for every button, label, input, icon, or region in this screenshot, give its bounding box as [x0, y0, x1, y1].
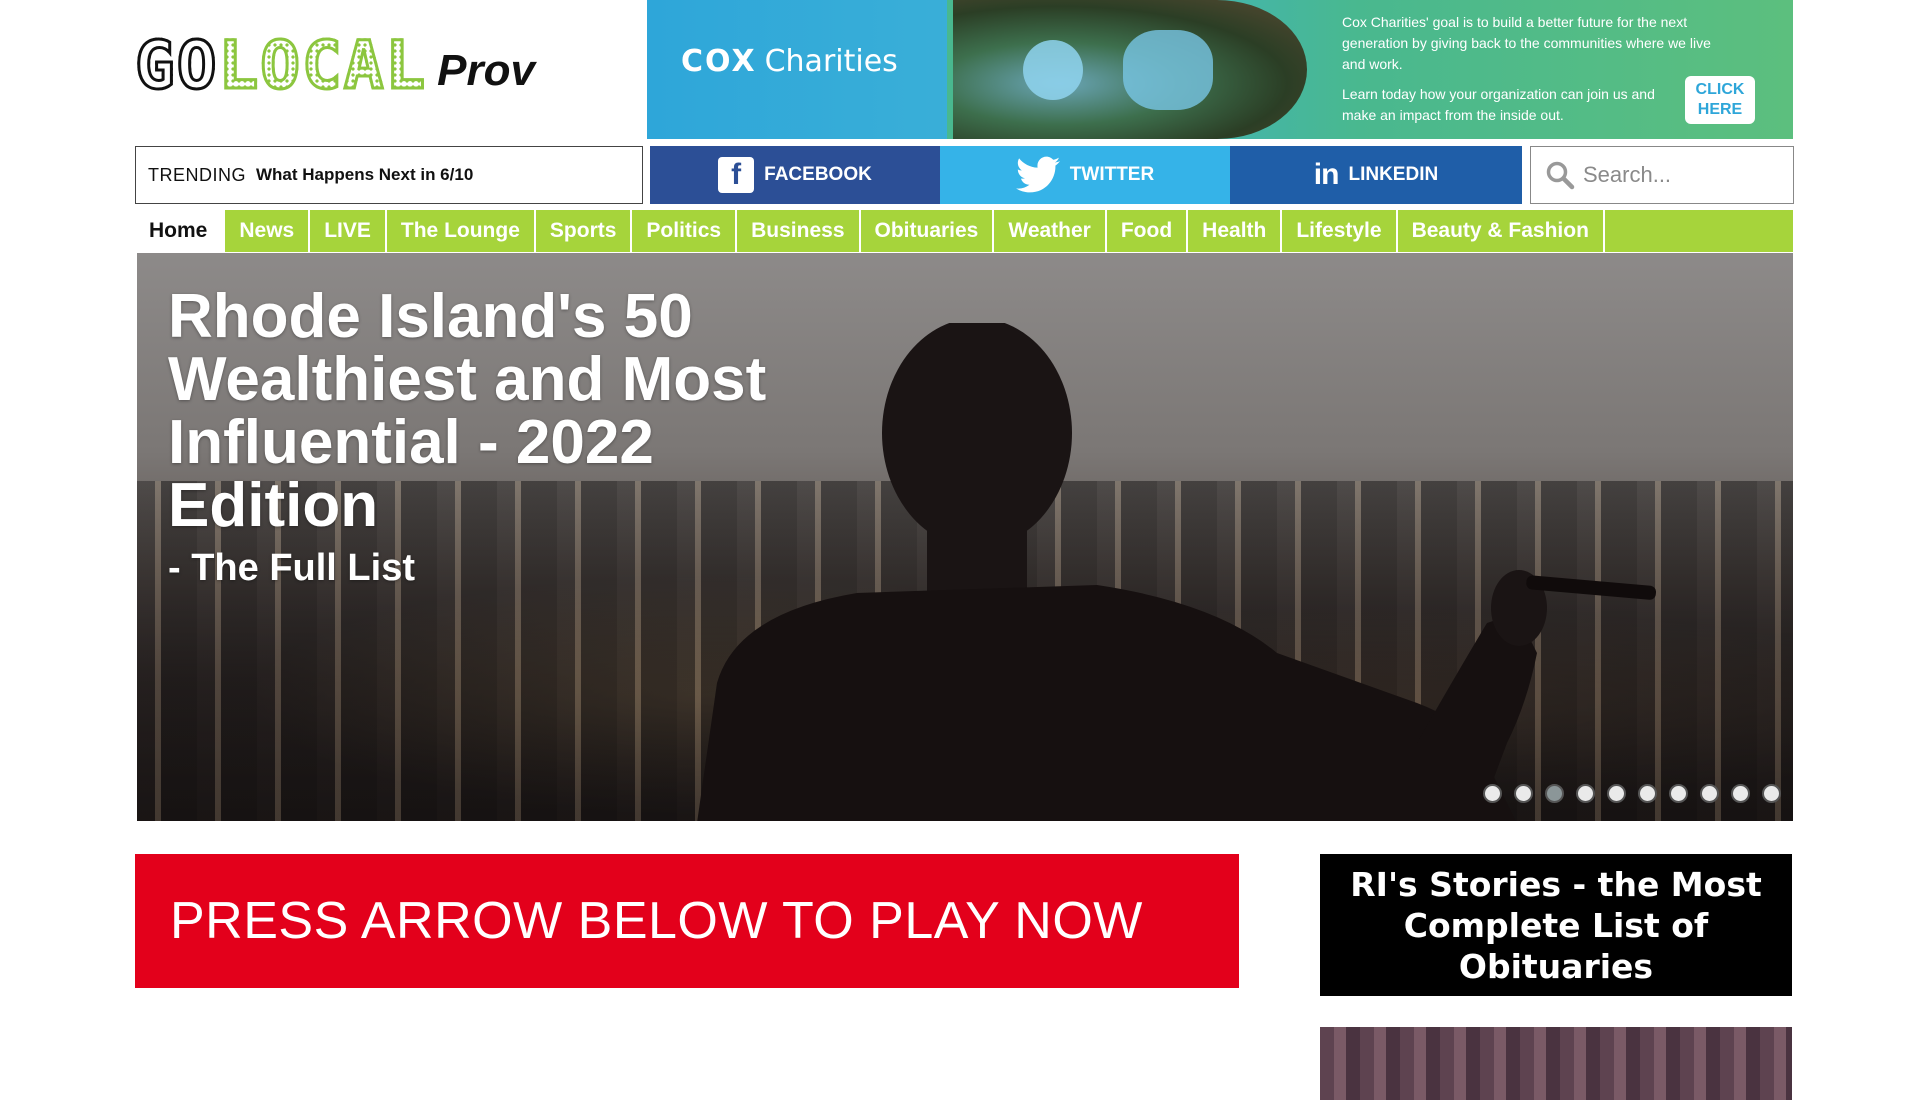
linkedin-label: LINKEDIN: [1348, 164, 1439, 185]
slider-dot-5[interactable]: [1607, 784, 1626, 803]
facebook-icon: f: [718, 157, 755, 193]
slider-dot-8[interactable]: [1700, 784, 1719, 803]
main-nav: Home News LIVE The Lounge Sports Politic…: [135, 210, 1793, 252]
nav-item-weather[interactable]: Weather: [994, 210, 1107, 252]
ad-photo: [947, 0, 1307, 139]
hero-headline[interactable]: Rhode Island's 50 Wealthiest and Most In…: [168, 285, 788, 537]
nav-item-health[interactable]: Health: [1188, 210, 1283, 252]
slider-dots: [1483, 784, 1781, 803]
ad-brand: COX Charities: [681, 44, 898, 79]
ad-text-secondary: Learn today how your organization can jo…: [1342, 86, 1655, 123]
nav-item-the-lounge[interactable]: The Lounge: [386, 210, 536, 252]
slider-dot-3[interactable]: [1545, 784, 1564, 803]
nav-item-food[interactable]: Food: [1106, 210, 1189, 252]
twitter-label: TWITTER: [1069, 164, 1155, 185]
twitter-icon: [1015, 156, 1060, 194]
search-icon: [1546, 161, 1575, 190]
trending-link[interactable]: What Happens Next in 6/10: [256, 165, 473, 185]
play-now-banner[interactable]: PRESS ARROW BELOW TO PLAY NOW: [135, 854, 1239, 988]
obituaries-promo-text: RI's Stories - the Most Complete List of…: [1350, 864, 1762, 986]
hero-slider[interactable]: Rhode Island's 50 Wealthiest and Most In…: [137, 253, 1793, 821]
trending-bar: TRENDING What Happens Next in 6/10: [135, 146, 643, 204]
nav-fill: [1604, 210, 1793, 252]
play-now-text: PRESS ARROW BELOW TO PLAY NOW: [170, 892, 1143, 950]
nav-item-live[interactable]: LIVE: [310, 210, 387, 252]
slider-dot-7[interactable]: [1669, 784, 1688, 803]
nav-item-home[interactable]: Home: [135, 210, 226, 252]
ad-text-primary: Cox Charities' goal is to build a better…: [1342, 14, 1711, 72]
logo-go: GO: [133, 27, 219, 104]
slider-dot-1[interactable]: [1483, 784, 1502, 803]
ad-banner[interactable]: COX Charities Cox Charities' goal is to b…: [647, 0, 1793, 139]
nav-item-beauty-fashion[interactable]: Beauty & Fashion: [1397, 210, 1605, 252]
linkedin-button[interactable]: in LINKEDIN: [1230, 146, 1522, 204]
hero-subheadline[interactable]: - The Full List: [168, 547, 415, 590]
linkedin-icon: in: [1313, 158, 1340, 191]
nav-item-politics[interactable]: Politics: [632, 210, 738, 252]
logo-prov: Prov: [437, 46, 535, 95]
ad-click-here-button[interactable]: CLICK HERE: [1685, 76, 1755, 124]
slider-dot-2[interactable]: [1514, 784, 1533, 803]
page: GO LOCAL Prov COX Charities Cox Charities…: [0, 0, 1920, 1100]
twitter-button[interactable]: TWITTER: [940, 146, 1230, 204]
site-logo[interactable]: GO LOCAL Prov: [133, 27, 625, 104]
facebook-label: FACEBOOK: [764, 164, 872, 185]
trending-label: TRENDING: [148, 164, 246, 185]
search-box[interactable]: [1530, 146, 1794, 204]
logo-local: LOCAL: [217, 27, 428, 104]
search-input[interactable]: [1583, 162, 1783, 188]
ad-brand-bold: COX: [681, 44, 757, 79]
nav-item-business[interactable]: Business: [737, 210, 861, 252]
nav-item-obituaries[interactable]: Obituaries: [860, 210, 995, 252]
ad-brand-rest: Charities: [764, 44, 898, 79]
facebook-button[interactable]: f FACEBOOK: [650, 146, 940, 204]
slider-dot-6[interactable]: [1638, 784, 1657, 803]
nav-item-news[interactable]: News: [225, 210, 311, 252]
obituaries-promo[interactable]: RI's Stories - the Most Complete List of…: [1320, 854, 1792, 996]
slider-dot-4[interactable]: [1576, 784, 1595, 803]
nav-item-lifestyle[interactable]: Lifestyle: [1282, 210, 1398, 252]
hero-silhouette-image: [697, 323, 1657, 821]
slider-dot-10[interactable]: [1762, 784, 1781, 803]
slider-dot-9[interactable]: [1731, 784, 1750, 803]
nav-item-sports[interactable]: Sports: [535, 210, 633, 252]
sidebar-thumbnail-image[interactable]: [1320, 1027, 1792, 1100]
